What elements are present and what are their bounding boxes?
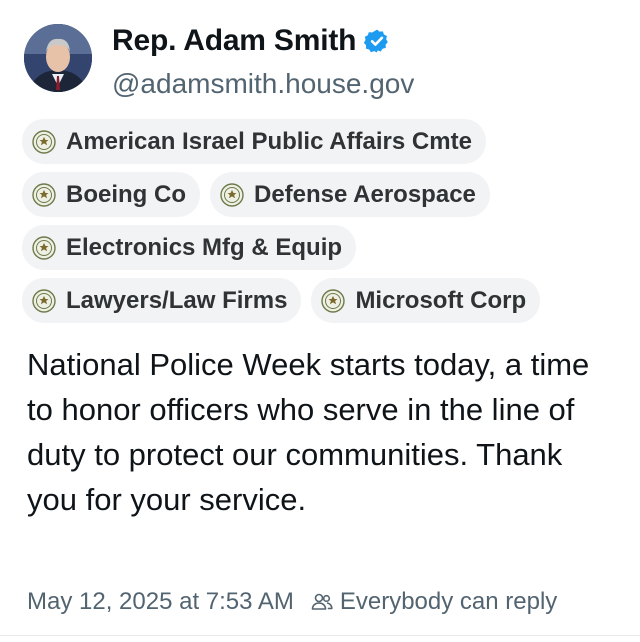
seal-icon <box>220 182 244 207</box>
donor-chip[interactable]: Defense Aerospace <box>210 172 490 217</box>
post-header: Rep. Adam Smith @adamsmith.house.gov <box>24 22 624 99</box>
reply-setting[interactable]: Everybody can reply <box>340 588 557 616</box>
donor-chip-list: American Israel Public Affairs Cmte Boei… <box>22 119 622 331</box>
post-timestamp[interactable]: May 12, 2025 at 7:53 AM <box>27 588 294 616</box>
chip-label: Electronics Mfg & Equip <box>66 233 343 261</box>
display-name[interactable]: Rep. Adam Smith <box>112 24 356 58</box>
chip-label: Microsoft Corp <box>355 286 527 314</box>
donor-chip[interactable]: Electronics Mfg & Equip <box>22 225 357 270</box>
chip-row: Lawyers/Law Firms Microsoft Corp <box>22 278 622 323</box>
seal-icon <box>32 129 56 154</box>
chip-label: American Israel Public Affairs Cmte <box>66 127 472 155</box>
donor-chip[interactable]: Boeing Co <box>22 172 200 217</box>
avatar-image <box>24 24 92 92</box>
chip-row: Electronics Mfg & Equip <box>22 225 622 270</box>
chip-row: Boeing Co Defense Aerospace <box>22 172 622 217</box>
avatar[interactable] <box>24 24 92 92</box>
people-icon <box>311 593 333 610</box>
donor-chip[interactable]: Microsoft Corp <box>311 278 541 323</box>
seal-icon <box>32 235 56 260</box>
chip-label: Lawyers/Law Firms <box>66 286 288 314</box>
donor-chip[interactable]: Lawyers/Law Firms <box>22 278 302 323</box>
seal-icon <box>32 288 56 313</box>
chip-label: Defense Aerospace <box>254 180 476 208</box>
seal-icon <box>32 182 56 207</box>
chip-label: Boeing Co <box>66 180 186 208</box>
user-handle[interactable]: @adamsmith.house.gov <box>112 68 414 100</box>
post-meta: May 12, 2025 at 7:53 AM Everybody can re… <box>27 588 557 616</box>
divider <box>0 635 640 636</box>
seal-icon <box>321 288 346 313</box>
donor-chip[interactable]: American Israel Public Affairs Cmte <box>22 119 486 164</box>
post-text: National Police Week starts today, a tim… <box>27 347 590 517</box>
verified-badge-icon <box>364 29 389 53</box>
chip-row: American Israel Public Affairs Cmte <box>22 119 622 164</box>
